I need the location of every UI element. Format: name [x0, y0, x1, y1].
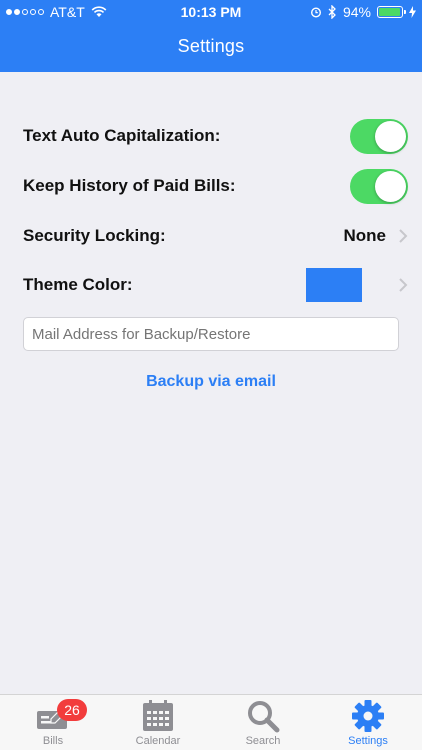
battery-percent: 94%	[342, 4, 371, 20]
calendar-icon	[143, 700, 173, 731]
tab-search[interactable]: Search	[223, 699, 303, 749]
auto-cap-toggle[interactable]	[350, 118, 408, 154]
setting-theme-color[interactable]: Theme Color:	[23, 265, 408, 305]
backup-via-email-button[interactable]: Backup via email	[0, 373, 422, 391]
tab-label-settings: Settings	[348, 735, 388, 747]
page-title: Settings	[177, 36, 245, 56]
security-label: Security Locking:	[23, 226, 166, 245]
keep-history-toggle[interactable]	[350, 168, 408, 204]
tab-label-calendar: Calendar	[135, 735, 181, 747]
tab-bills[interactable]: 26 Bills	[13, 699, 93, 749]
tab-calendar[interactable]: Calendar	[118, 699, 198, 749]
theme-label: Theme Color:	[23, 275, 133, 294]
chevron-right-icon	[399, 229, 408, 243]
backup-email-input[interactable]	[23, 317, 399, 351]
tab-label-search: Search	[245, 735, 281, 747]
setting-security-locking[interactable]: Security Locking: None	[23, 216, 408, 256]
security-value: None	[343, 226, 387, 245]
charging-icon	[409, 6, 416, 18]
theme-color-swatch[interactable]	[306, 268, 362, 302]
alarm-icon	[310, 7, 321, 18]
setting-auto-capitalization: Text Auto Capitalization:	[23, 116, 408, 156]
tab-settings[interactable]: Settings	[328, 699, 408, 749]
nav-header: AT&T 10:13 PM 94% Settings	[0, 0, 422, 72]
battery-icon	[377, 6, 406, 18]
chevron-right-icon	[399, 278, 408, 292]
setting-keep-history: Keep History of Paid Bills:	[23, 166, 408, 206]
tab-bar: 26 Bills Calendar Search Settings	[0, 694, 422, 750]
gear-icon	[352, 700, 384, 732]
tab-label-bills: Bills	[42, 735, 64, 747]
keep-history-label: Keep History of Paid Bills:	[23, 176, 236, 195]
auto-cap-label: Text Auto Capitalization:	[23, 126, 221, 145]
status-bar: AT&T 10:13 PM 94%	[0, 0, 422, 24]
bluetooth-icon	[328, 5, 336, 19]
search-icon	[248, 701, 280, 733]
bills-badge: 26	[57, 699, 87, 721]
status-right: 94%	[310, 4, 416, 20]
